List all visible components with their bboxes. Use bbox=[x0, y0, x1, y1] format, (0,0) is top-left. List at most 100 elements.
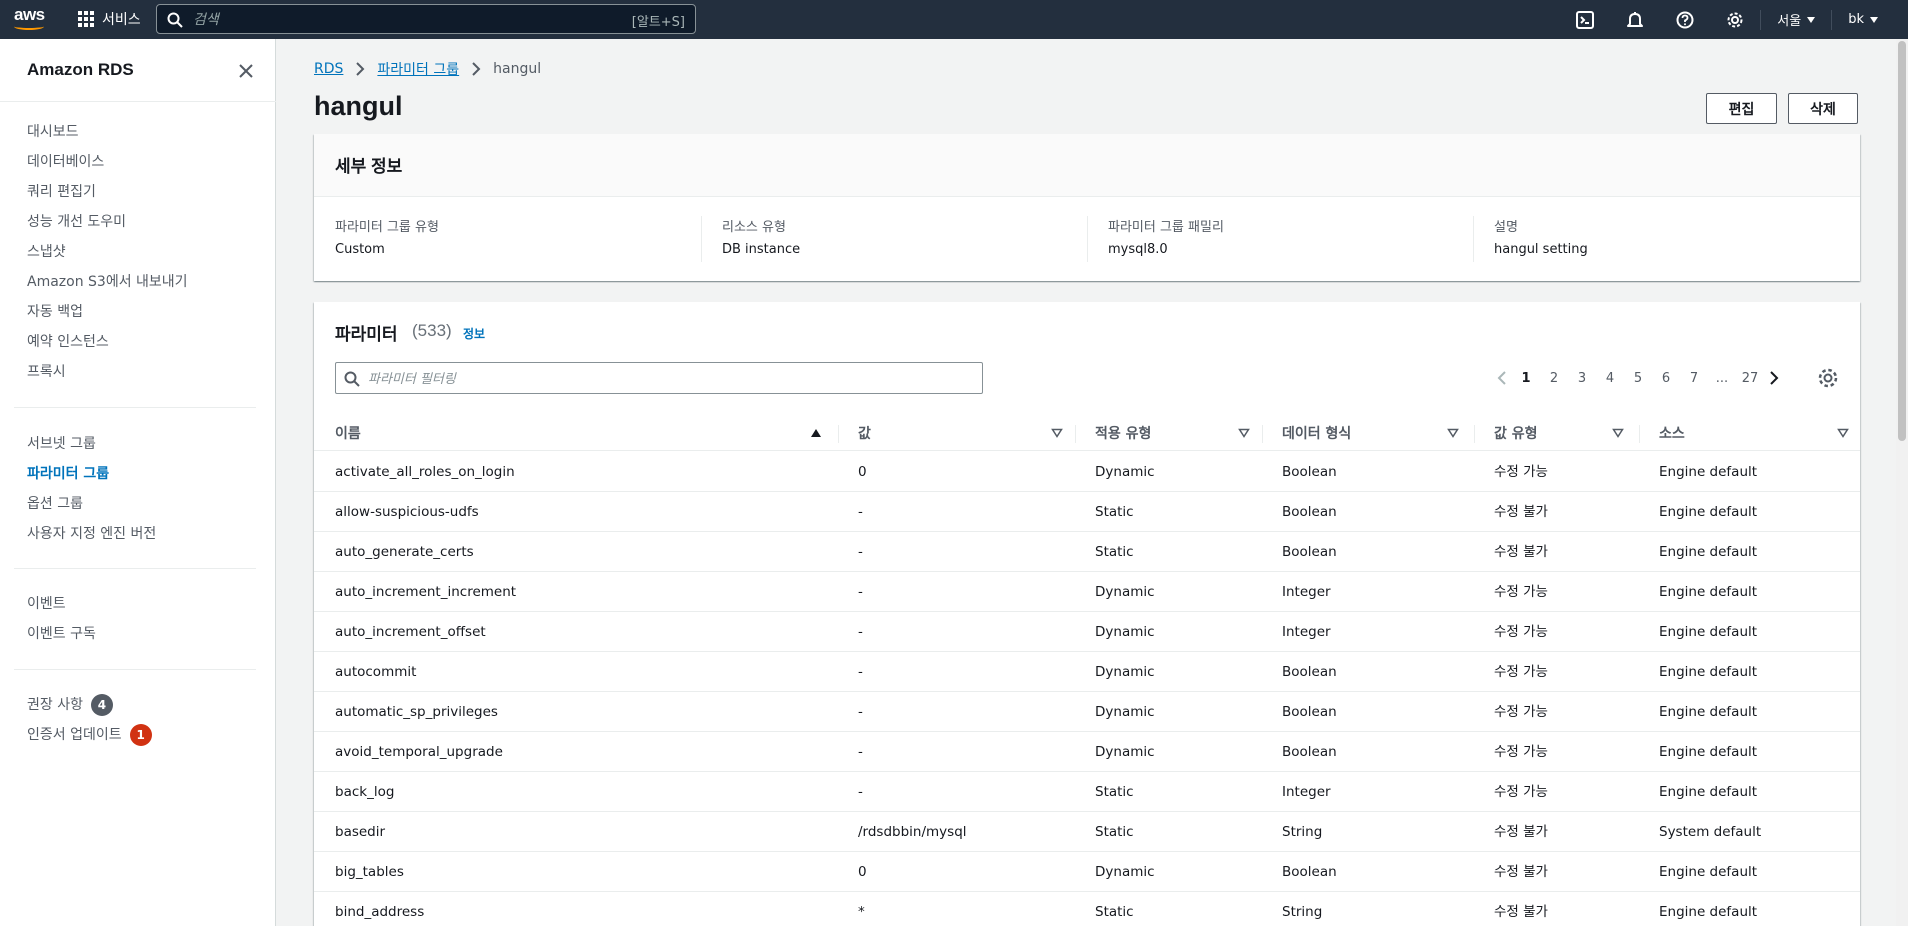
chevron-left-icon[interactable] bbox=[1492, 371, 1512, 385]
sidebar-item[interactable]: 쿼리 편집기 bbox=[0, 177, 188, 207]
parameter-filter-input[interactable] bbox=[368, 369, 968, 389]
breadcrumb-parameter-groups[interactable]: 파라미터 그룹 bbox=[377, 59, 459, 79]
sidebar-item[interactable]: 사용자 지정 엔진 버전 bbox=[0, 519, 156, 549]
table-row[interactable]: big_tables 0 Dynamic Boolean 수정 불가 Engine def… bbox=[314, 852, 1860, 892]
sidebar-item[interactable]: 이벤트 bbox=[0, 589, 96, 619]
sidebar-divider bbox=[14, 407, 256, 408]
table-cell: Dynamic bbox=[1095, 584, 1155, 600]
help-button[interactable] bbox=[1660, 0, 1710, 39]
table-settings-gear-icon[interactable] bbox=[1816, 366, 1840, 390]
detail-key: 설명 bbox=[1494, 220, 1518, 235]
sidebar-item[interactable]: 자동 백업 bbox=[0, 297, 188, 327]
column-header[interactable]: 적용 유형 bbox=[1095, 415, 1252, 451]
column-header[interactable]: 소스 bbox=[1659, 415, 1851, 451]
global-search[interactable]: [알트+S] bbox=[156, 4, 696, 34]
scrollbar-thumb[interactable] bbox=[1898, 41, 1906, 441]
page-number[interactable]: 5 bbox=[1624, 371, 1652, 386]
sidebar-item[interactable]: Amazon S3에서 내보내기 bbox=[0, 267, 188, 297]
table-row[interactable]: avoid_temporal_upgrade - Dynamic Boolean 수정 … bbox=[314, 732, 1860, 772]
region-selector[interactable]: 서울 bbox=[1761, 0, 1831, 39]
column-divider[interactable] bbox=[1075, 425, 1076, 443]
bell-icon bbox=[1627, 11, 1644, 27]
table-cell: 수정 가능 bbox=[1494, 664, 1548, 680]
page-number[interactable]: 6 bbox=[1652, 371, 1680, 386]
column-divider[interactable] bbox=[838, 425, 839, 443]
table-row[interactable]: activate_all_roles_on_login 0 Dynamic Boole… bbox=[314, 452, 1860, 492]
column-header[interactable]: 이름 bbox=[335, 415, 824, 451]
page-number[interactable]: 2 bbox=[1540, 371, 1568, 386]
sidebar-item[interactable]: 스냅샷 bbox=[0, 237, 188, 267]
column-divider[interactable] bbox=[1639, 425, 1640, 443]
settings-button[interactable] bbox=[1710, 0, 1760, 39]
column-header[interactable]: 값 유형 bbox=[1494, 415, 1626, 451]
sidebar-item[interactable]: 성능 개선 도우미 bbox=[0, 207, 188, 237]
chevron-right-icon[interactable] bbox=[1764, 371, 1784, 385]
search-icon bbox=[344, 371, 360, 387]
global-search-input[interactable] bbox=[193, 10, 593, 30]
page-scrollbar[interactable] bbox=[1896, 39, 1908, 926]
table-row[interactable]: bind_address * Static String 수정 불가 Engine def… bbox=[314, 892, 1860, 926]
account-menu[interactable]: bk bbox=[1832, 0, 1908, 39]
sidebar-item[interactable]: 데이터베이스 bbox=[0, 147, 188, 177]
detail-value: hangul setting bbox=[1494, 242, 1588, 257]
detail-value: Custom bbox=[335, 242, 385, 257]
cloudshell-button[interactable] bbox=[1560, 0, 1610, 39]
page-number[interactable]: 4 bbox=[1596, 371, 1624, 386]
help-icon bbox=[1676, 11, 1694, 28]
parameter-filter[interactable] bbox=[335, 362, 983, 394]
table-row[interactable]: back_log - Static Integer 수정 가능 Engine defaul… bbox=[314, 772, 1860, 812]
grid-icon bbox=[78, 11, 94, 27]
info-link[interactable]: 정보 bbox=[463, 325, 485, 342]
sidebar-group-events: 이벤트 이벤트 구독 bbox=[0, 589, 96, 649]
table-cell: - bbox=[858, 664, 863, 680]
sort-icon bbox=[1238, 428, 1250, 438]
sidebar-item[interactable]: 예약 인스턴스 bbox=[0, 327, 188, 357]
page-number[interactable]: 27 bbox=[1736, 371, 1764, 386]
notifications-button[interactable] bbox=[1610, 0, 1660, 39]
sidebar-item-label: 스냅샷 bbox=[27, 244, 66, 260]
table-row[interactable]: auto_increment_offset - Dynamic Integer 수정 가… bbox=[314, 612, 1860, 652]
sidebar-item-label: 예약 인스턴스 bbox=[27, 334, 109, 350]
sidebar-item[interactable]: 인증서 업데이트 1 bbox=[0, 720, 152, 750]
aws-logo[interactable]: aws bbox=[14, 6, 46, 32]
table-cell: 수정 가능 bbox=[1494, 784, 1548, 800]
sidebar-item[interactable]: 프록시 bbox=[0, 357, 188, 387]
table-row[interactable]: autocommit - Dynamic Boolean 수정 가능 Engine def… bbox=[314, 652, 1860, 692]
column-header[interactable]: 데이터 형식 bbox=[1282, 415, 1461, 451]
services-menu-button[interactable]: 서비스 bbox=[78, 8, 141, 30]
sidebar-item[interactable]: 옵션 그룹 bbox=[0, 489, 156, 519]
details-panel: 세부 정보 파라미터 그룹 유형 Custom 리소스 유형 DB instan… bbox=[314, 134, 1860, 281]
table-cell: Static bbox=[1095, 904, 1134, 920]
table-cell: Engine default bbox=[1659, 904, 1758, 920]
table-row[interactable]: auto_increment_increment - Dynamic Integer 수… bbox=[314, 572, 1860, 612]
sidebar-item[interactable]: 파라미터 그룹 bbox=[0, 459, 156, 489]
table-cell: 0 bbox=[858, 464, 867, 480]
chevron-right-icon bbox=[471, 62, 481, 76]
delete-button[interactable]: 삭제 bbox=[1788, 93, 1858, 124]
table-cell: 수정 불가 bbox=[1494, 864, 1548, 880]
user-label: bk bbox=[1848, 12, 1864, 27]
breadcrumb-rds[interactable]: RDS bbox=[314, 61, 343, 77]
column-header[interactable]: 값 bbox=[858, 415, 1065, 451]
sidebar-item[interactable]: 권장 사항 4 bbox=[0, 690, 152, 720]
table-row[interactable]: automatic_sp_privileges - Dynamic Boolean 수정… bbox=[314, 692, 1860, 732]
table-row[interactable]: auto_generate_certs - Static Boolean 수정 불가 En… bbox=[314, 532, 1860, 572]
edit-button[interactable]: 편집 bbox=[1706, 93, 1777, 124]
sidebar-item[interactable]: 대시보드 bbox=[0, 117, 188, 147]
table-cell: 수정 불가 bbox=[1494, 504, 1548, 520]
column-divider[interactable] bbox=[1262, 425, 1263, 443]
column-header-label: 값 유형 bbox=[1494, 426, 1538, 442]
close-icon[interactable] bbox=[234, 59, 258, 83]
table-row[interactable]: basedir/rdsdbbin/mysql Static String 수정 불가 S… bbox=[314, 812, 1860, 852]
page-number[interactable]: 1 bbox=[1512, 371, 1540, 386]
detail-field-resource-type: 리소스 유형 DB instance bbox=[722, 216, 800, 257]
sidebar-item[interactable]: 이벤트 구독 bbox=[0, 619, 96, 649]
page-number[interactable]: 7 bbox=[1680, 371, 1708, 386]
page-number[interactable]: 3 bbox=[1568, 371, 1596, 386]
table-cell: Boolean bbox=[1282, 664, 1337, 680]
gear-icon bbox=[1727, 12, 1743, 27]
table-row[interactable]: allow-suspicious-udfs - Static Boolean 수정 불가… bbox=[314, 492, 1860, 532]
details-header: 세부 정보 bbox=[314, 134, 1860, 197]
sidebar-item[interactable]: 서브넷 그룹 bbox=[0, 429, 156, 459]
column-divider[interactable] bbox=[1474, 425, 1475, 443]
